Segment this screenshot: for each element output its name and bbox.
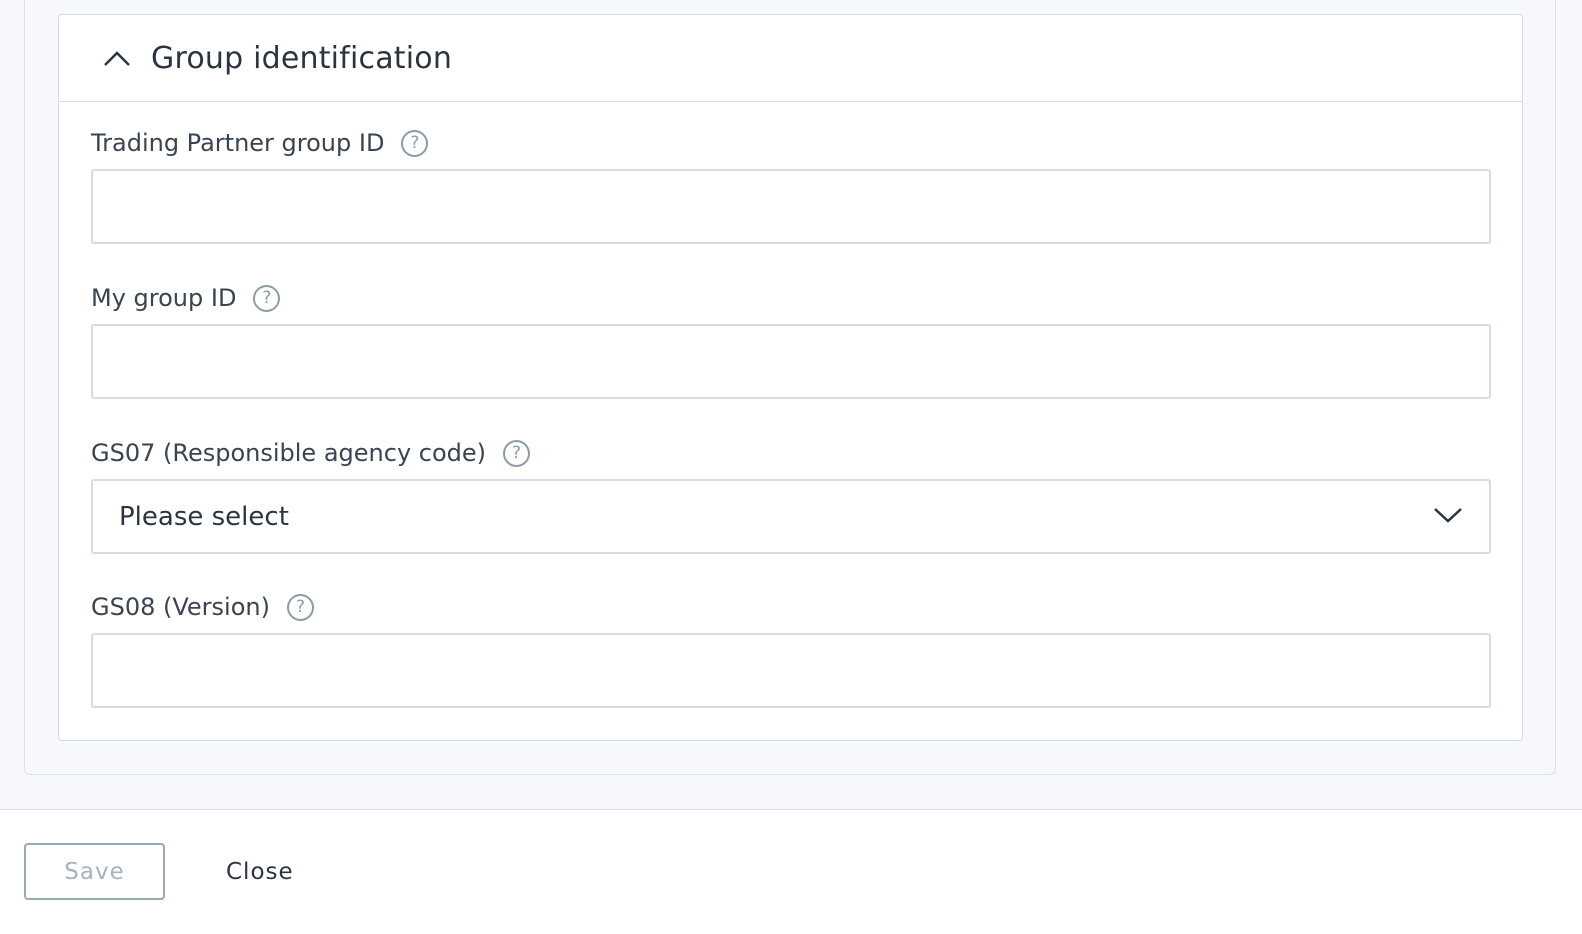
gs08-field: GS08 (Version) ? xyxy=(91,591,1491,708)
save-button[interactable]: Save xyxy=(24,843,165,900)
my-group-id-field: My group ID ? xyxy=(91,282,1491,399)
chevron-up-icon[interactable] xyxy=(103,44,131,72)
trading-partner-group-id-field: Trading Partner group ID ? xyxy=(91,127,1491,244)
my-group-id-input[interactable] xyxy=(91,324,1491,399)
help-icon[interactable]: ? xyxy=(253,284,281,312)
gs08-input[interactable] xyxy=(91,633,1491,708)
footer-bar: Save Close xyxy=(0,810,1582,934)
gs08-label: GS08 (Version) xyxy=(91,593,270,621)
gs07-label: GS07 (Responsible agency code) xyxy=(91,439,487,467)
section-header[interactable]: Group identification xyxy=(59,15,1522,102)
chevron-down-icon xyxy=(1433,506,1463,528)
help-icon[interactable]: ? xyxy=(401,129,429,157)
gs07-select[interactable]: Please select xyxy=(91,479,1491,554)
group-identification-section: Group identification Trading Partner gro… xyxy=(58,14,1523,741)
trading-partner-group-id-label: Trading Partner group ID xyxy=(91,129,385,157)
gs07-selected-value: Please select xyxy=(119,501,289,532)
gs07-field: GS07 (Responsible agency code) ? Please … xyxy=(91,437,1491,554)
help-icon[interactable]: ? xyxy=(503,439,531,467)
close-button[interactable]: Close xyxy=(206,843,314,900)
help-icon[interactable]: ? xyxy=(286,593,314,621)
section-title: Group identification xyxy=(151,40,453,76)
my-group-id-label: My group ID xyxy=(91,284,237,312)
trading-partner-group-id-input[interactable] xyxy=(91,169,1491,244)
